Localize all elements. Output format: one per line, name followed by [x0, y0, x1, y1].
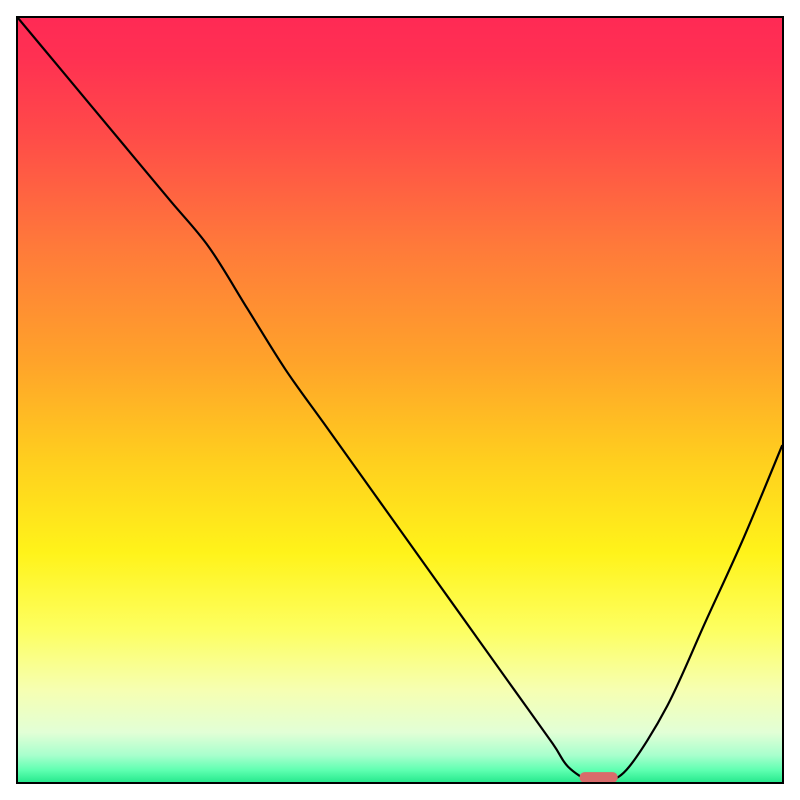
plot-area: TheBottleneck.com — [16, 16, 784, 784]
gradient-background — [18, 18, 782, 782]
chart-svg — [18, 18, 782, 782]
chart-frame: TheBottleneck.com — [0, 0, 800, 800]
optimal-marker — [580, 772, 618, 782]
